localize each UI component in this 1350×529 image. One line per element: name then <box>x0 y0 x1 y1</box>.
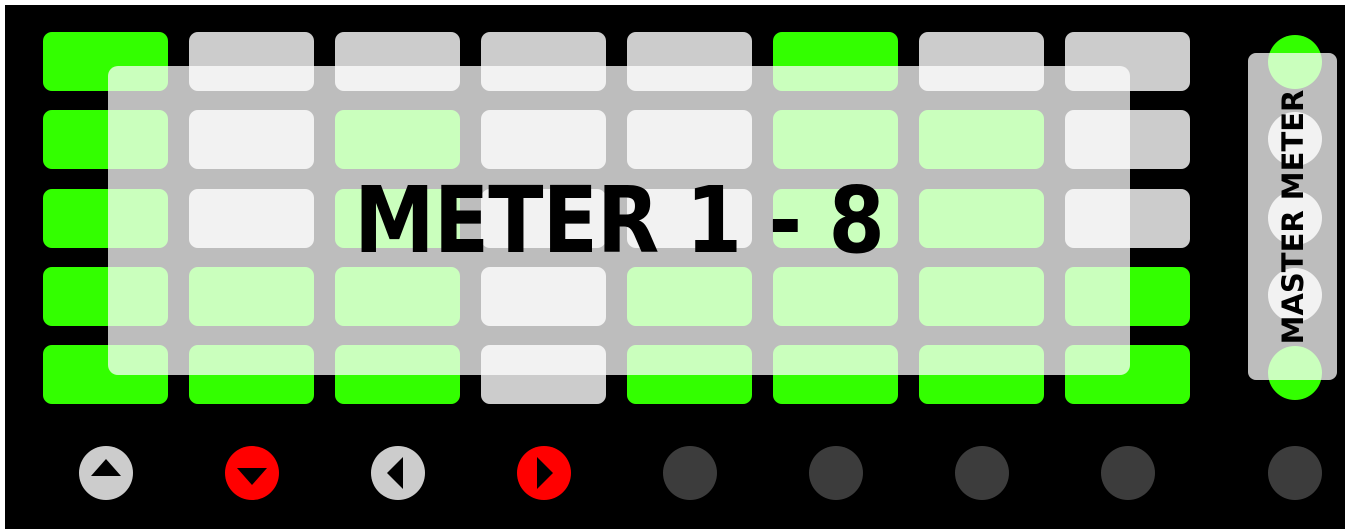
meter-overlay: METER 1 - 8 <box>108 66 1130 375</box>
launchpad-device: METER 1 - 8 MASTER METER <box>5 5 1345 529</box>
left-arrow-button[interactable] <box>371 446 425 500</box>
scene-button-7[interactable] <box>955 446 1009 500</box>
triangle-left-icon <box>371 446 425 500</box>
triangle-down-icon <box>225 446 279 500</box>
scene-button-6[interactable] <box>809 446 863 500</box>
triangle-right-icon <box>517 446 571 500</box>
right-arrow-button[interactable] <box>517 446 571 500</box>
stop-button[interactable] <box>1268 446 1322 500</box>
triangle-up-icon <box>79 446 133 500</box>
up-arrow-button[interactable] <box>79 446 133 500</box>
scene-button-5[interactable] <box>663 446 717 500</box>
master-meter-overlay: MASTER METER <box>1248 53 1337 380</box>
scene-button-8[interactable] <box>1101 446 1155 500</box>
overlay-title: METER 1 - 8 <box>354 167 885 274</box>
down-arrow-button[interactable] <box>225 446 279 500</box>
master-meter-title: MASTER METER <box>1275 89 1310 344</box>
